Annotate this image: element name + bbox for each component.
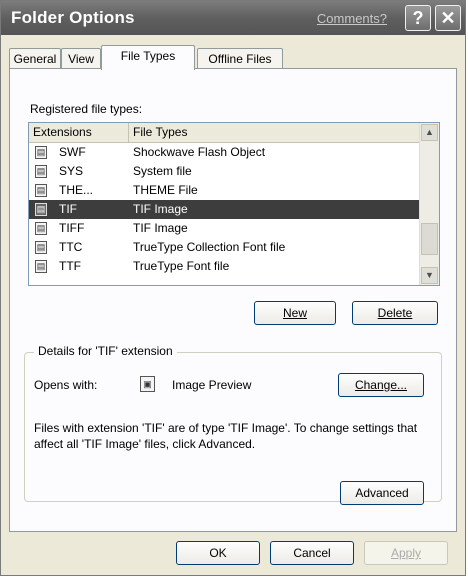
file-type-cell: TrueType Collection Font file [133,240,286,254]
change-button[interactable]: Change... [338,373,424,397]
advanced-button-label: Advanced [355,486,409,500]
advanced-button[interactable]: Advanced [340,481,424,505]
scroll-up-icon[interactable]: ▲ [421,124,438,141]
file-type-icon: ▤ [35,222,47,235]
tab-general[interactable]: General [9,48,61,69]
extension-cell: TIFF [59,221,85,235]
file-type-icon: ▤ [35,146,47,159]
registered-file-types-label: Registered file types: [30,102,143,116]
extension-cell: THE... [59,183,94,197]
delete-button[interactable]: Delete [352,301,438,325]
window-title: Folder Options [11,8,135,27]
change-button-label: Change... [354,378,408,392]
file-type-row[interactable]: ▤ TIFF TIF Image [29,219,421,238]
file-type-row[interactable]: ▤ THE... THEME File [29,181,421,200]
details-title: Details for 'TIF' extension [34,344,177,358]
help-icon: ? [412,8,424,28]
file-type-cell: Shockwave Flash Object [133,145,266,159]
apply-button-label: Apply [390,546,422,560]
comments-link[interactable]: Comments? [317,11,387,26]
opens-with-label: Opens with: [34,378,98,392]
new-button-label: New [282,306,307,320]
close-button[interactable]: ✕ [435,5,461,31]
apply-button[interactable]: Apply [364,541,448,565]
file-type-cell: THEME File [133,183,198,197]
image-preview-icon: ▣ [140,376,155,392]
extension-cell: TTC [59,240,83,254]
file-types-list[interactable]: Extensions File Types ▤ SWF Shockwave Flas… [28,122,440,286]
file-type-icon: ▤ [35,203,47,216]
tab-file-types[interactable]: File Types [101,45,195,70]
details-description: Files with extension 'TIF' are of type '… [34,421,418,451]
file-type-row[interactable]: ▤ SWF Shockwave Flash Object [29,143,421,162]
ok-button-label: OK [209,546,227,560]
list-scrollbar[interactable]: ▲ ▼ [419,123,439,285]
list-rows: ▤ SWF Shockwave Flash Object ▤ SYS System fil… [29,143,421,276]
title-bar[interactable]: Folder Options Comments? ? ✕ [1,1,465,35]
extension-cell: SYS [59,164,84,178]
scroll-down-icon[interactable]: ▼ [421,267,438,284]
extension-cell: TIF [59,202,77,216]
file-type-cell: TrueType Font file [133,259,230,273]
file-type-icon: ▤ [35,241,47,254]
file-type-icon: ▤ [35,184,47,197]
file-type-cell: TIF Image [133,221,188,235]
help-button[interactable]: ? [405,5,431,31]
tab-view[interactable]: View [61,48,101,69]
opens-with-app: Image Preview [172,378,252,392]
column-file-types[interactable]: File Types [129,123,421,142]
file-type-row[interactable]: ▤ TTF TrueType Font file [29,257,421,276]
file-type-row[interactable]: ▤ SYS System file [29,162,421,181]
ok-button[interactable]: OK [176,541,260,565]
extension-cell: SWF [59,145,86,159]
tab-offline-files[interactable]: Offline Files [197,48,283,69]
file-type-cell: TIF Image [133,202,188,216]
close-icon: ✕ [440,8,456,28]
column-extensions[interactable]: Extensions [29,123,129,142]
list-header: Extensions File Types [29,123,421,143]
file-type-cell: System file [133,164,192,178]
file-type-icon: ▤ [35,165,47,178]
delete-button-label: Delete [377,306,413,320]
file-type-row[interactable]: ▤ TTC TrueType Collection Font file [29,238,421,257]
scroll-thumb[interactable] [421,223,438,255]
cancel-button-label: Cancel [293,546,331,560]
file-type-icon: ▤ [35,260,47,273]
file-type-row[interactable]: ▤ TIF TIF Image [29,200,421,219]
extension-cell: TTF [59,259,81,273]
cancel-button[interactable]: Cancel [270,541,354,565]
new-button[interactable]: New [254,301,336,325]
